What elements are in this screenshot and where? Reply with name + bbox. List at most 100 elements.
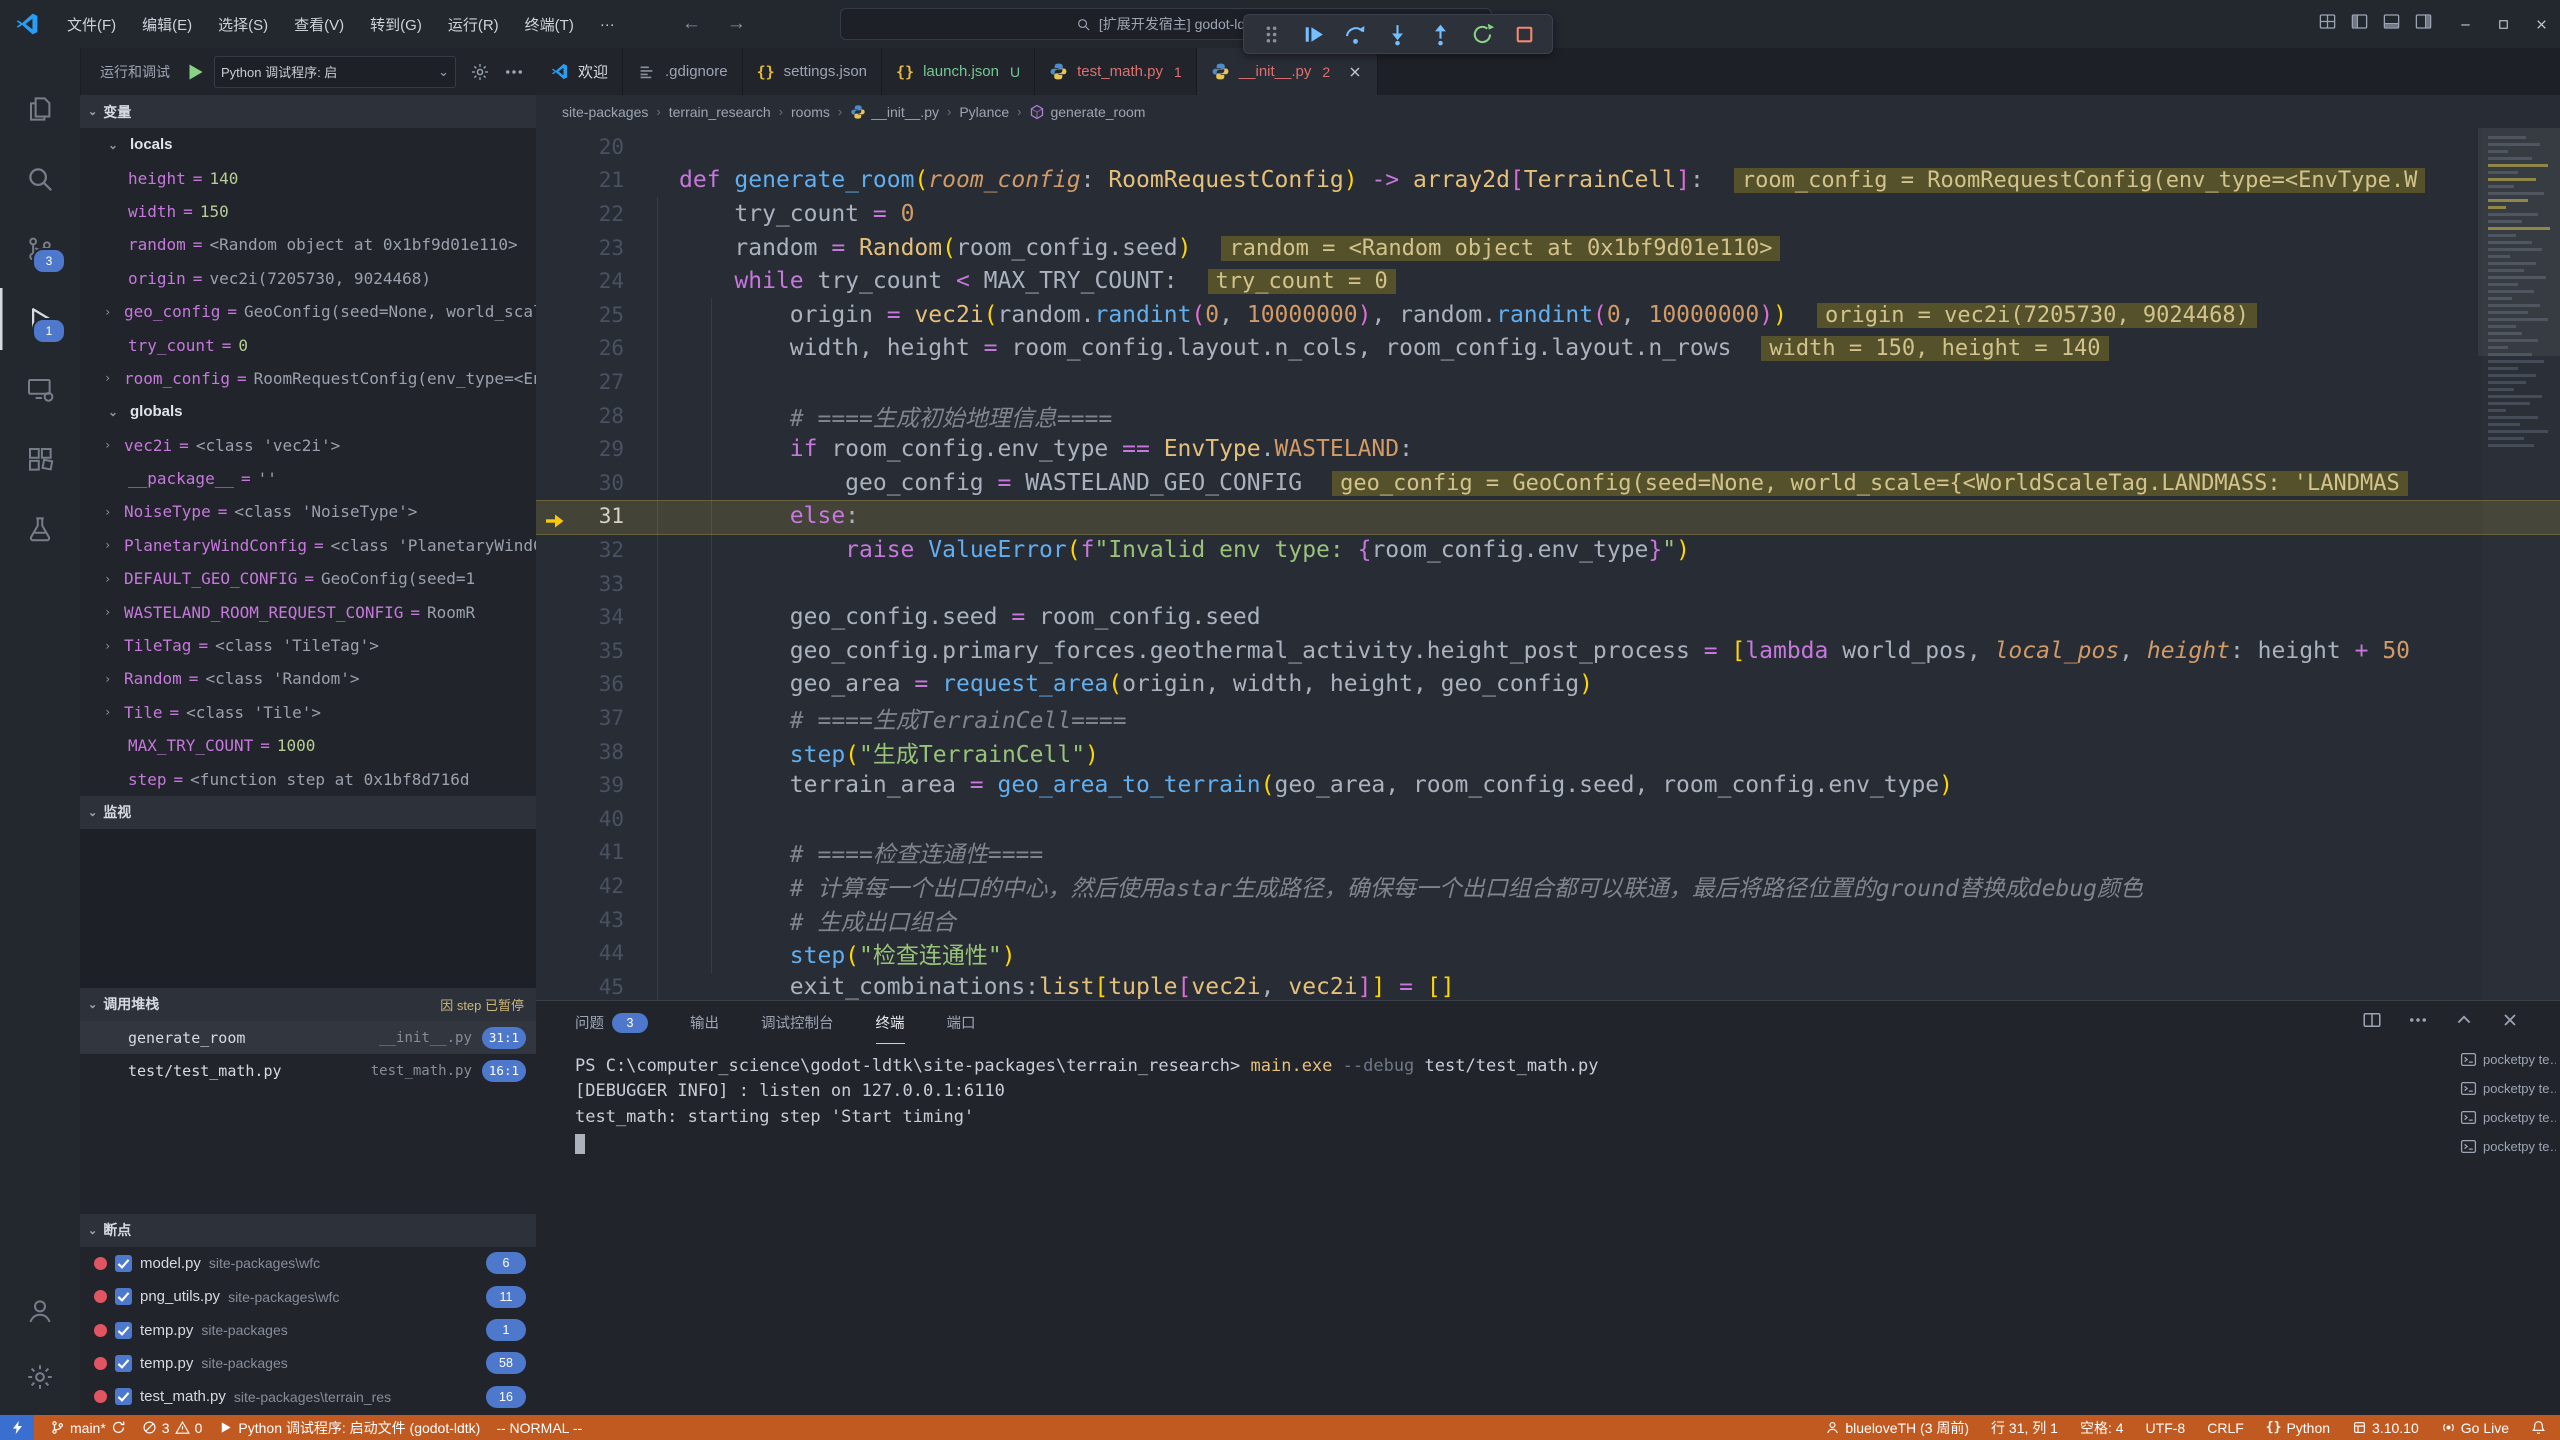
code-line-41[interactable]: 41 # ====检查连通性==== <box>536 836 2560 870</box>
code-line-34[interactable]: 34 geo_config.seed = room_config.seed <box>536 600 2560 634</box>
variable-row[interactable]: random=<Random object at 0x1bf9d01e110> <box>80 228 536 261</box>
variable-row[interactable]: width=150 <box>80 195 536 228</box>
activity-testing[interactable] <box>0 498 80 560</box>
terminal-output[interactable]: PS C:\computer_science\godot-ldtk\site-p… <box>575 1053 1599 1155</box>
tab-settings.json[interactable]: {}settings.json <box>743 48 882 95</box>
breakpoint-row[interactable]: temp.pysite-packages1 <box>80 1313 536 1346</box>
variable-row[interactable]: ›DEFAULT_GEO_CONFIG=GeoConfig(seed=1 <box>80 562 536 595</box>
code-line-45[interactable]: 45 exit_combinations:list[tuple[vec2i, v… <box>536 970 2560 1000</box>
back-icon[interactable]: ← <box>682 13 701 35</box>
breadcrumb-item[interactable]: __init__.py <box>850 104 939 120</box>
breakpoint-row[interactable]: temp.pysite-packages58 <box>80 1347 536 1380</box>
activity-run-and-debug[interactable]: 1 <box>0 288 80 350</box>
activity-source-control[interactable]: 3 <box>0 218 80 280</box>
terminal-instance[interactable]: pocketpy te… <box>2460 1045 2556 1074</box>
continue-button[interactable] <box>1301 22 1326 47</box>
status-notifications[interactable] <box>2531 1420 2546 1435</box>
menu-item-0[interactable]: 文件(F) <box>56 10 127 39</box>
code-line-21[interactable]: 21def generate_room(room_config: RoomReq… <box>536 164 2560 198</box>
terminal-split-icon[interactable] <box>2362 1010 2382 1030</box>
tab-.gdignore[interactable]: .gdignore <box>623 48 743 95</box>
step-over-button[interactable] <box>1343 22 1368 47</box>
code-line-20[interactable]: 20 <box>536 130 2560 164</box>
breakpoint-checkbox[interactable] <box>115 1255 132 1272</box>
panel-tab-[interactable]: 端口 <box>947 1002 976 1044</box>
stop-button[interactable] <box>1512 22 1537 47</box>
variable-row[interactable]: height=140 <box>80 161 536 194</box>
menu-item-7[interactable]: ··· <box>589 12 626 37</box>
variable-row[interactable]: ›TileTag=<class 'TileTag'> <box>80 629 536 662</box>
close-icon[interactable] <box>1347 64 1363 80</box>
more-actions-icon[interactable] <box>504 62 524 82</box>
breakpoints-header[interactable]: ⌄断点 <box>80 1214 536 1247</box>
variable-row[interactable]: ›geo_config=GeoConfig(seed=None, world_s… <box>80 295 536 328</box>
code-line-43[interactable]: 43 # 生成出口组合 <box>536 903 2560 937</box>
variable-row[interactable]: ›room_config=RoomRequestConfig(env_type=… <box>80 362 536 395</box>
forward-icon[interactable]: → <box>727 13 746 35</box>
code-line-29[interactable]: 29 if room_config.env_type == EnvType.WA… <box>536 432 2560 466</box>
layout-sidebar-icon[interactable] <box>2350 12 2369 31</box>
layout-grid-icon[interactable] <box>2318 12 2337 31</box>
breakpoint-checkbox[interactable] <box>115 1355 132 1372</box>
chevron-up-icon[interactable] <box>2454 1010 2474 1030</box>
status-encoding[interactable]: UTF-8 <box>2146 1420 2186 1436</box>
code-line-42[interactable]: 42 # 计算每一个出口的中心，然后使用astar生成路径，确保每一个出口组合都… <box>536 869 2560 903</box>
minimap-slider[interactable] <box>2478 128 2560 356</box>
scope-globals[interactable]: ⌄globals <box>80 395 536 428</box>
breakpoint-checkbox[interactable] <box>115 1388 132 1405</box>
variable-row[interactable]: origin=vec2i(7205730, 9024468) <box>80 262 536 295</box>
activity-explorer[interactable] <box>0 78 80 140</box>
variables-header[interactable]: ⌄变量 <box>80 95 536 128</box>
status-eol[interactable]: CRLF <box>2207 1420 2244 1436</box>
menu-item-1[interactable]: 编辑(E) <box>131 10 203 39</box>
variable-row[interactable]: MAX_TRY_COUNT=1000 <box>80 729 536 762</box>
code-line-33[interactable]: 33 <box>536 567 2560 601</box>
code-line-30[interactable]: 30 geo_config = WASTELAND_GEO_CONFIGgeo_… <box>536 466 2560 500</box>
terminal-instance[interactable]: pocketpy te… <box>2460 1103 2556 1132</box>
variable-row[interactable]: step=<function step at 0x1bf8d716d <box>80 762 536 795</box>
menu-item-5[interactable]: 运行(R) <box>437 10 510 39</box>
variable-row[interactable]: ›PlanetaryWindConfig=<class 'PlanetaryWi… <box>80 529 536 562</box>
debug-config-select[interactable]: Python 调试程序: 启 ⌄ <box>214 56 456 88</box>
menu-item-6[interactable]: 终端(T) <box>514 10 585 39</box>
breakpoint-checkbox[interactable] <box>115 1322 132 1339</box>
activity-extensions[interactable] <box>0 428 80 490</box>
code-line-35[interactable]: 35 geo_config.primary_forces.geothermal_… <box>536 634 2560 668</box>
code-line-25[interactable]: 25 origin = vec2i(random.randint(0, 1000… <box>536 298 2560 332</box>
status-go-live[interactable]: Go Live <box>2441 1420 2509 1436</box>
maximize-button[interactable] <box>2484 0 2522 48</box>
variable-row[interactable]: ›Random=<class 'Random'> <box>80 662 536 695</box>
code-line-22[interactable]: 22 try_count = 0 <box>536 197 2560 231</box>
scope-locals[interactable]: ⌄locals <box>80 128 536 161</box>
terminal-instance[interactable]: pocketpy te… <box>2460 1132 2556 1161</box>
code-line-44[interactable]: 44 step("检查连通性") <box>536 936 2560 970</box>
tab-__init__.py[interactable]: __init__.py2 <box>1197 48 1378 95</box>
breadcrumb-item[interactable]: Pylance <box>959 104 1009 120</box>
code-line-26[interactable]: 26 width, height = room_config.layout.n_… <box>536 332 2560 366</box>
variable-row[interactable]: ›vec2i=<class 'vec2i'> <box>80 429 536 462</box>
variable-row[interactable]: try_count=0 <box>80 328 536 361</box>
status-branch[interactable]: main* <box>50 1420 126 1436</box>
status-indentation[interactable]: 空格: 4 <box>2080 1418 2124 1438</box>
close-button[interactable] <box>2522 0 2560 48</box>
status-problems[interactable]: 30 <box>142 1420 203 1436</box>
code-line-39[interactable]: 39 terrain_area = geo_area_to_terrain(ge… <box>536 768 2560 802</box>
gear-icon[interactable] <box>470 62 490 82</box>
code-line-37[interactable]: 37 # ====生成TerrainCell==== <box>536 701 2560 735</box>
breadcrumb-item[interactable]: generate_room <box>1029 104 1145 120</box>
close-icon[interactable] <box>2500 1010 2520 1030</box>
start-debug-icon[interactable] <box>184 61 206 83</box>
breakpoint-row[interactable]: png_utils.pysite-packages\wfc11 <box>80 1280 536 1313</box>
menu-item-4[interactable]: 转到(G) <box>359 10 433 39</box>
terminal-instance[interactable]: pocketpy te… <box>2460 1074 2556 1103</box>
step-into-button[interactable] <box>1385 22 1410 47</box>
tab-test_math.py[interactable]: test_math.py1 <box>1035 48 1197 95</box>
more-icon[interactable] <box>2408 1010 2428 1030</box>
activity-manage[interactable] <box>0 1346 80 1408</box>
code-line-38[interactable]: 38 step("生成TerrainCell") <box>536 735 2560 769</box>
code-line-24[interactable]: 24 while try_count < MAX_TRY_COUNT:try_c… <box>536 264 2560 298</box>
code-line-28[interactable]: 28 # ====生成初始地理信息==== <box>536 399 2560 433</box>
minimize-button[interactable] <box>2446 0 2484 48</box>
variable-row[interactable]: ›NoiseType=<class 'NoiseType'> <box>80 495 536 528</box>
call-stack-header[interactable]: ⌄调用堆栈因 step 已暂停 <box>80 988 536 1021</box>
